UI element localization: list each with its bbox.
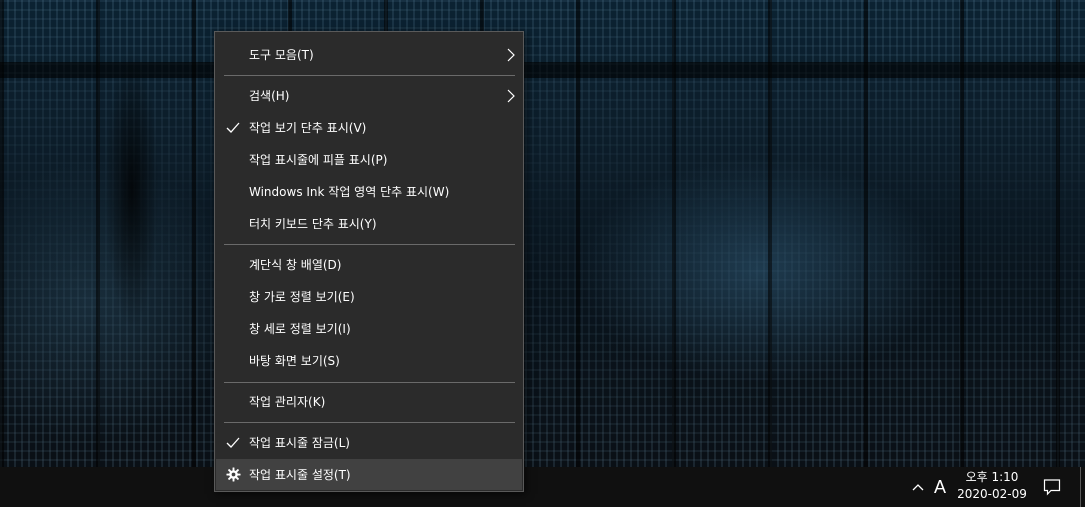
taskbar-context-menu: 도구 모음(T) 검색(H) 작업 보기 단추 표시(V) 작업 표시줄에 피플… xyxy=(214,31,524,492)
chevron-up-icon xyxy=(912,484,924,491)
chevron-right-icon xyxy=(506,89,516,103)
ime-indicator[interactable]: A xyxy=(930,473,950,501)
menu-item-label: 작업 표시줄 설정(T) xyxy=(249,468,351,482)
menu-item-label: 창 세로 정렬 보기(I) xyxy=(249,322,351,336)
menu-item-touch-keyboard-button[interactable]: 터치 키보드 단추 표시(Y) xyxy=(216,208,522,239)
menu-item-stack-windows[interactable]: 창 가로 정렬 보기(E) xyxy=(216,281,522,312)
show-hidden-icons-button[interactable] xyxy=(909,475,927,499)
menu-item-toolbars[interactable]: 도구 모음(T) xyxy=(216,39,522,70)
clock-time: 오후 1:10 xyxy=(965,470,1019,484)
notification-icon xyxy=(1043,479,1061,496)
menu-item-taskbar-settings[interactable]: 작업 표시줄 설정(T) xyxy=(216,459,522,490)
menu-separator xyxy=(224,422,515,423)
menu-item-side-by-side[interactable]: 창 세로 정렬 보기(I) xyxy=(216,313,522,344)
menu-item-cascade-windows[interactable]: 계단식 창 배열(D) xyxy=(216,249,522,280)
menu-separator xyxy=(224,75,515,76)
action-center-button[interactable] xyxy=(1036,471,1068,503)
menu-item-task-manager[interactable]: 작업 관리자(K) xyxy=(216,386,522,417)
menu-item-label: 작업 표시줄에 피플 표시(P) xyxy=(249,153,388,167)
menu-item-label: 검색(H) xyxy=(249,89,290,103)
menu-item-show-desktop[interactable]: 바탕 화면 보기(S) xyxy=(216,345,522,376)
taskbar[interactable]: A 오후 1:10 2020-02-09 xyxy=(0,467,1085,507)
menu-item-label: 작업 관리자(K) xyxy=(249,395,326,409)
menu-item-people-button[interactable]: 작업 표시줄에 피플 표시(P) xyxy=(216,144,522,175)
checkmark-icon xyxy=(224,119,242,137)
menu-item-label: 작업 보기 단추 표시(V) xyxy=(249,121,367,135)
menu-item-label: Windows Ink 작업 영역 단추 표시(W) xyxy=(249,185,450,199)
menu-separator xyxy=(224,244,515,245)
menu-separator xyxy=(224,382,515,383)
chevron-right-icon xyxy=(506,48,516,62)
menu-item-label: 도구 모음(T) xyxy=(249,48,314,62)
menu-item-search[interactable]: 검색(H) xyxy=(216,80,522,111)
wallpaper-silhouette xyxy=(92,0,172,420)
menu-item-label: 터치 키보드 단추 표시(Y) xyxy=(249,217,377,231)
clock-date: 2020-02-09 xyxy=(957,487,1027,501)
menu-item-label: 작업 표시줄 잠금(L) xyxy=(249,436,350,450)
show-desktop-button[interactable] xyxy=(1080,467,1085,507)
taskbar-clock[interactable]: 오후 1:10 2020-02-09 xyxy=(954,469,1030,505)
menu-item-label: 계단식 창 배열(D) xyxy=(249,258,342,272)
gear-icon xyxy=(224,466,242,484)
menu-item-lock-taskbar[interactable]: 작업 표시줄 잠금(L) xyxy=(216,427,522,458)
menu-item-label: 바탕 화면 보기(S) xyxy=(249,354,340,368)
menu-item-windows-ink-button[interactable]: Windows Ink 작업 영역 단추 표시(W) xyxy=(216,176,522,207)
menu-item-task-view-button[interactable]: 작업 보기 단추 표시(V) xyxy=(216,112,522,143)
menu-item-label: 창 가로 정렬 보기(E) xyxy=(249,290,355,304)
checkmark-icon xyxy=(224,434,242,452)
desktop-wallpaper[interactable] xyxy=(0,0,1085,467)
